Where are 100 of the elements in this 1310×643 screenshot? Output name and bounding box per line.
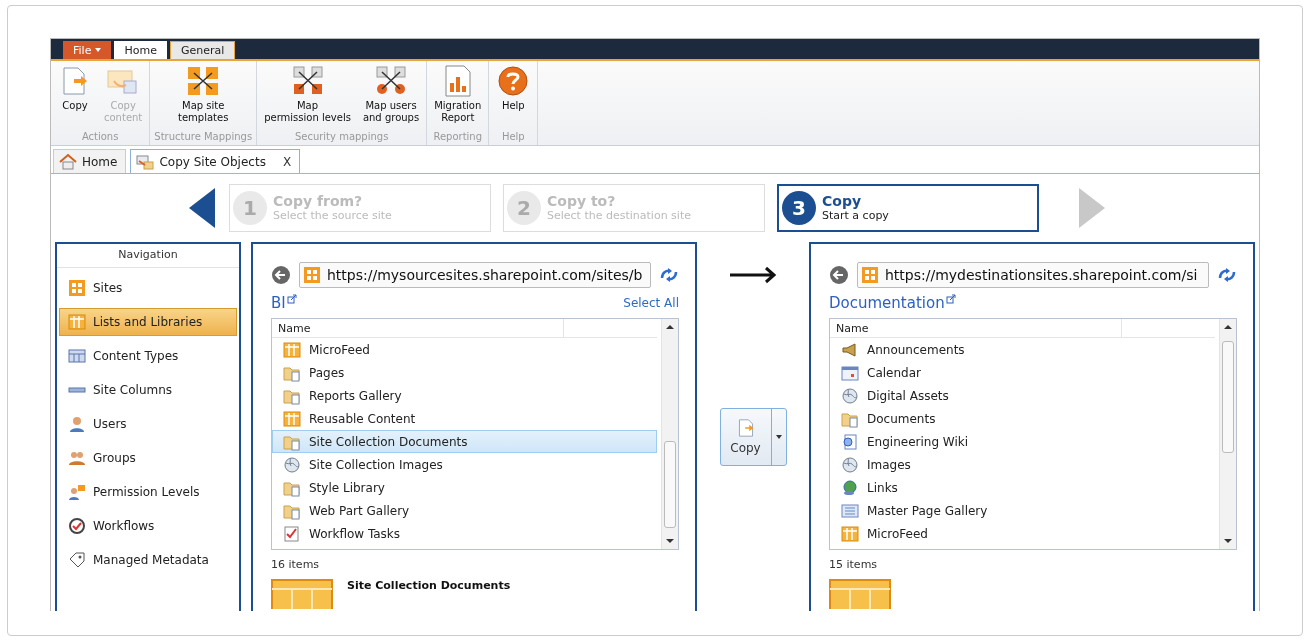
list-item[interactable]: Site Collection Images <box>272 453 657 476</box>
mapping-users-icon <box>374 65 409 97</box>
gallery-icon <box>841 501 859 520</box>
select-all-link[interactable]: Select All <box>623 296 679 310</box>
help-icon <box>496 65 531 97</box>
navigation-item[interactable]: Managed Metadata <box>59 546 237 574</box>
list-item[interactable]: Digital Assets <box>830 384 1215 407</box>
navigation-item[interactable]: Workflows <box>59 512 237 540</box>
ribbon-tab[interactable]: General <box>169 41 236 59</box>
scrollbar[interactable] <box>661 319 678 549</box>
group-label: Help <box>501 131 525 144</box>
list-item[interactable]: Images <box>830 453 1215 476</box>
list-item[interactable]: Engineering Wiki <box>830 430 1215 453</box>
navigation-item[interactable]: Users <box>59 410 237 438</box>
copy-button[interactable]: Copy <box>719 408 787 466</box>
group-label: Structure Mappings <box>154 131 253 144</box>
document-tab[interactable]: Copy Site Objects X <box>130 149 301 173</box>
column-header[interactable]: Name <box>272 319 564 337</box>
list-item[interactable]: Pages <box>272 361 657 384</box>
house-icon <box>59 152 77 171</box>
table-icon <box>271 579 333 609</box>
caret-icon <box>775 435 782 439</box>
list-item[interactable]: MicroFeed <box>272 338 657 361</box>
list-icon <box>283 340 301 359</box>
user-icon <box>68 415 86 433</box>
list-item[interactable]: MicroFeed <box>830 522 1215 545</box>
document-arrow-icon <box>736 419 755 437</box>
navigation-item[interactable]: Sites <box>59 274 237 302</box>
item-count: 15 items <box>829 558 879 571</box>
ribbon-button[interactable]: Copy <box>55 63 95 131</box>
sites-icon <box>303 266 321 284</box>
close-button[interactable]: X <box>282 154 292 169</box>
list-icon <box>283 409 301 428</box>
list-icon <box>841 524 859 543</box>
mapping-grid-icon <box>186 65 221 97</box>
group-label: Security mappings <box>294 131 389 144</box>
document-tab[interactable]: Home <box>53 149 127 173</box>
megaphone-icon <box>841 340 859 359</box>
ribbon-button[interactable]: Map site templates <box>175 63 232 131</box>
list-item[interactable]: Workflow Tasks <box>272 522 657 545</box>
back-icon <box>829 265 849 285</box>
column-header[interactable]: Name <box>830 319 1122 337</box>
site-link[interactable]: BI <box>271 294 297 312</box>
navigation-item[interactable]: Content Types <box>59 342 237 370</box>
navigation-item[interactable]: Site Columns <box>59 376 237 404</box>
list-item[interactable]: Site Collection Documents <box>272 430 657 453</box>
table-icon <box>829 579 891 609</box>
sites-icon <box>68 279 86 297</box>
mapping-locks-icon <box>290 65 325 97</box>
calendar-icon <box>841 363 859 382</box>
table-icon <box>68 347 86 365</box>
sites-icon <box>861 266 879 284</box>
navigation-item[interactable]: Permission Levels <box>59 478 237 506</box>
folder-arrow-icon <box>136 152 155 171</box>
checklist-icon <box>283 524 301 543</box>
globe-icon <box>841 386 859 405</box>
workflow-icon <box>68 517 86 535</box>
group-label: Actions <box>81 131 119 144</box>
external-link-icon <box>286 294 297 304</box>
list-item[interactable]: Reports Gallery <box>272 384 657 407</box>
list-item[interactable]: Links <box>830 476 1215 499</box>
page-icon <box>841 432 859 451</box>
wizard-step[interactable]: 3 Copy Start a copy <box>777 184 1039 232</box>
list-item[interactable]: Master Page Gallery <box>830 499 1215 522</box>
ribbon-tab[interactable]: Home <box>114 41 167 59</box>
refresh-icon <box>1217 266 1237 284</box>
back-arrow-icon <box>187 186 217 230</box>
globe-icon <box>283 455 301 474</box>
ribbon-button[interactable]: Migration Report <box>431 63 485 131</box>
file-menu-button[interactable]: File <box>63 41 112 59</box>
list-item[interactable]: Reusable Content <box>272 407 657 430</box>
list-item[interactable]: Web Part Gallery <box>272 499 657 522</box>
list-item[interactable]: Documents <box>830 407 1215 430</box>
globe-icon <box>841 478 859 497</box>
ribbon-button[interactable]: Map users and groups <box>359 63 423 131</box>
navigation-item[interactable]: Lists and Libraries <box>59 308 237 336</box>
navigation-item[interactable]: Groups <box>59 444 237 472</box>
right-arrow-icon <box>728 266 778 284</box>
url-field[interactable]: https://mydestinationsites.sharepoint.com/si <box>857 262 1209 288</box>
list-item[interactable]: Calendar <box>830 361 1215 384</box>
tag-icon <box>68 551 86 569</box>
group-label: Reporting <box>433 131 483 144</box>
group-icon <box>68 449 86 467</box>
url-field[interactable]: https://mysourcesites.sharepoint.com/sites/b <box>299 262 651 288</box>
list-item[interactable]: Announcements <box>830 338 1215 361</box>
refresh-icon <box>659 266 679 284</box>
back-icon <box>271 265 291 285</box>
forward-arrow-icon <box>1077 186 1107 230</box>
list-icon <box>68 313 86 331</box>
ribbon-button[interactable]: Map permission levels <box>261 63 354 131</box>
help-button[interactable]: Help <box>493 63 534 131</box>
globe-icon <box>841 455 859 474</box>
item-count: 16 items <box>271 558 321 571</box>
panel-title: Navigation <box>57 244 239 268</box>
site-link[interactable]: Documentation <box>829 294 956 312</box>
caret-icon <box>95 48 102 52</box>
preview-title: Site Collection Documents <box>347 579 511 594</box>
list-item[interactable]: Style Library <box>272 476 657 499</box>
scrollbar[interactable] <box>1219 319 1236 549</box>
external-link-icon <box>945 294 956 304</box>
